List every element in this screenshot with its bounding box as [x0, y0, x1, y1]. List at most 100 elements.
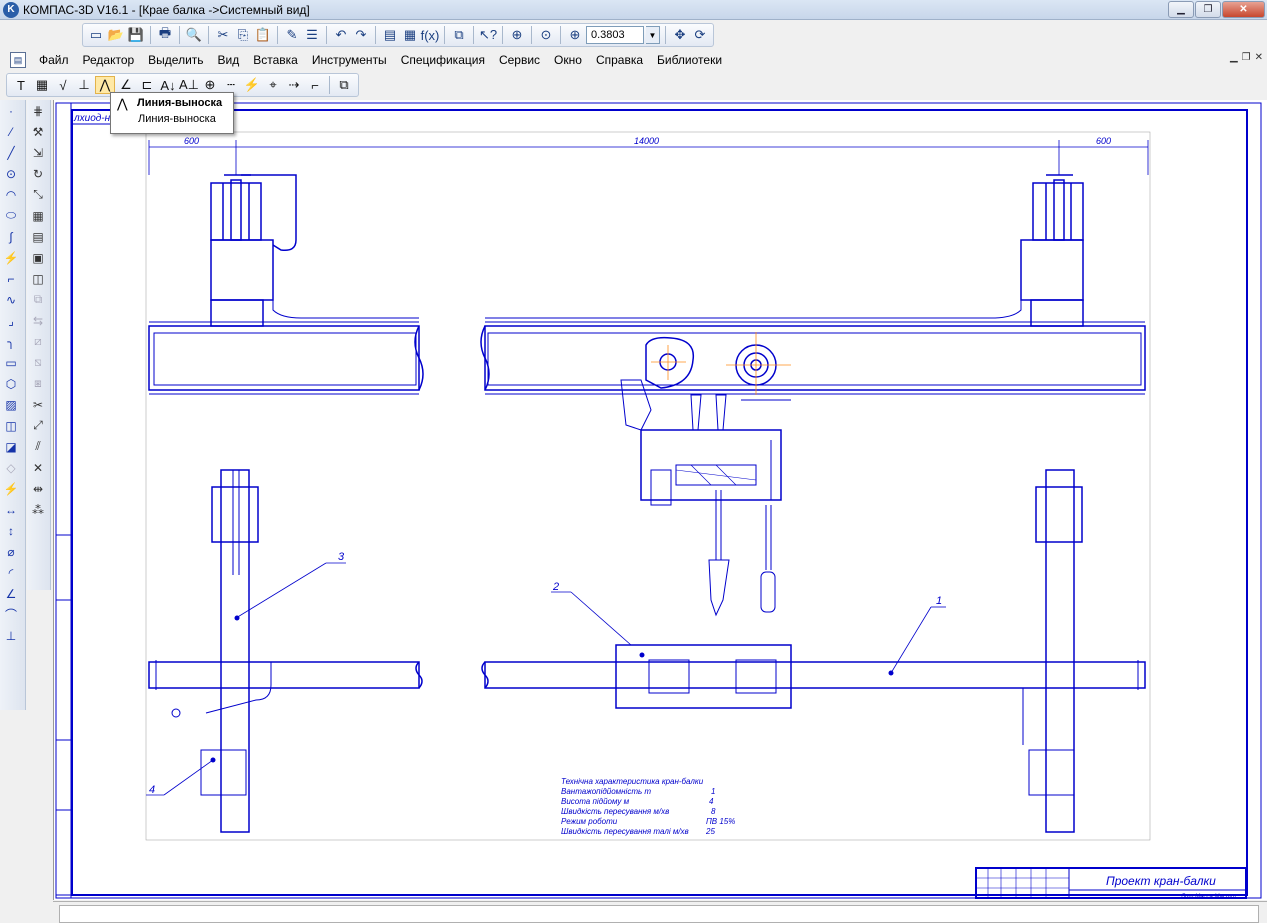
dimension-angle-icon[interactable]: ∠ — [0, 583, 22, 604]
fillet-icon[interactable]: ╮ — [0, 331, 22, 352]
extra-tool-icon[interactable]: ⧉ — [334, 76, 354, 94]
library-icon[interactable]: ▦ — [401, 26, 419, 44]
print-icon[interactable]: 🖶 — [156, 25, 174, 44]
menu-file[interactable]: Файл — [32, 53, 76, 67]
pan-icon[interactable]: ✥ — [671, 26, 689, 44]
zoom-all-icon[interactable]: ⊙ — [537, 26, 555, 44]
layer-icon[interactable]: ▣ — [27, 247, 49, 268]
menu-help[interactable]: Справка — [589, 53, 650, 67]
base-icon[interactable]: ⊥ — [74, 76, 94, 94]
measure-icon[interactable]: ⧉ — [450, 26, 468, 44]
menu-specification[interactable]: Спецификация — [394, 53, 492, 67]
arrow-icon[interactable]: ⇢ — [284, 76, 304, 94]
table-icon[interactable]: ▦ — [32, 76, 52, 94]
zoom-in-icon[interactable]: ⊕ — [566, 26, 584, 44]
polygon-icon[interactable]: ⬡ — [0, 373, 22, 394]
roughness-icon[interactable]: √ — [53, 76, 73, 94]
delete-icon[interactable]: ✕ — [27, 457, 49, 478]
text-icon[interactable]: T — [11, 76, 31, 94]
trim-icon[interactable]: ✂ — [27, 394, 49, 415]
menu-tools[interactable]: Инструменты — [305, 53, 394, 67]
view-icon[interactable]: ◫ — [27, 268, 49, 289]
fill-icon[interactable]: ◪ — [0, 436, 22, 457]
dimension-radius-icon[interactable]: ◜ — [0, 562, 22, 583]
chamfer-icon[interactable]: ⌟ — [0, 310, 22, 331]
point-icon[interactable]: · — [0, 100, 22, 121]
open-folder-icon[interactable]: 📂 — [107, 26, 125, 44]
wave-icon[interactable]: ⚡ — [242, 76, 262, 94]
menu-view[interactable]: Вид — [211, 53, 247, 67]
toolbar-separator — [531, 26, 532, 44]
fragment-icon[interactable]: ▦ — [27, 205, 49, 226]
contour-icon[interactable]: ◫ — [0, 415, 22, 436]
command-line-input[interactable] — [59, 905, 1259, 923]
mirror-icon[interactable]: ⇆ — [27, 310, 49, 331]
arc-icon[interactable]: ◠ — [0, 184, 22, 205]
dimension-linear-icon[interactable]: ⚡ — [0, 478, 22, 499]
mdi-close-icon[interactable]: ✕ — [1255, 52, 1263, 63]
cluster-icon[interactable]: ⁂ — [27, 499, 49, 520]
extend-icon[interactable]: ⤢ — [27, 415, 49, 436]
help-pointer-icon[interactable]: ↖? — [479, 26, 497, 44]
spline-icon[interactable]: ∫ — [0, 226, 22, 247]
undo-icon[interactable]: ↶ — [332, 26, 350, 44]
shift-icon[interactable]: ⇲ — [27, 142, 49, 163]
ellipse-icon[interactable]: ⬭ — [0, 205, 22, 226]
close-button[interactable]: ✕ — [1222, 1, 1265, 18]
refresh-icon[interactable]: ⟳ — [691, 26, 709, 44]
dimension-vertical-icon[interactable]: ↕ — [0, 520, 22, 541]
new-document-icon[interactable]: ▭ — [87, 26, 105, 44]
zoom-dropdown-icon[interactable]: ▼ — [646, 26, 660, 44]
split-icon[interactable]: ⫽ — [27, 436, 49, 457]
paste-icon[interactable]: 📋 — [254, 26, 272, 44]
document-menu-icon[interactable]: ▤ — [10, 52, 26, 68]
manager-icon[interactable]: ▤ — [381, 26, 399, 44]
redo-icon[interactable]: ↷ — [352, 26, 370, 44]
menu-service[interactable]: Сервис — [492, 53, 547, 67]
zoom-scale-input[interactable]: 0.3803 — [586, 26, 644, 44]
dimension-height-icon[interactable]: ⊥ — [0, 625, 22, 646]
restore-button[interactable]: ❐ — [1195, 1, 1221, 18]
polyline-icon[interactable]: ⌐ — [0, 268, 22, 289]
join-icon[interactable]: ⧆ — [27, 373, 49, 394]
variables-icon[interactable]: f(x) — [421, 26, 440, 44]
nurbs-icon[interactable]: ∿ — [0, 289, 22, 310]
copy-icon[interactable]: ⎘ — [234, 26, 252, 44]
cut-icon[interactable]: ✂ — [214, 26, 232, 44]
drawing-canvas[interactable]: лхиод-н 600 14000 600 1 2 3 4 Технічна х… — [53, 100, 1267, 900]
segment-icon[interactable]: ╱ — [0, 142, 22, 163]
dimension-arc-icon[interactable]: ⌒ — [0, 604, 22, 625]
save-icon[interactable]: 💾 — [127, 26, 145, 44]
hatch-icon[interactable]: ▨ — [0, 394, 22, 415]
preview-icon[interactable]: 🔍 — [185, 26, 203, 44]
menu-window[interactable]: Окно — [547, 53, 589, 67]
center-icon[interactable]: ⌖ — [263, 76, 283, 94]
bezier-icon[interactable]: ⚡ — [0, 247, 22, 268]
circle-icon[interactable]: ⊙ — [0, 163, 22, 184]
deform-icon[interactable]: ⧄ — [27, 331, 49, 352]
dimension-horizontal-icon[interactable]: ↔ — [0, 499, 22, 520]
break-icon[interactable]: ⧅ — [27, 352, 49, 373]
mdi-minimize-icon[interactable]: ▁ — [1230, 52, 1238, 63]
grid-icon[interactable]: ⋕ — [27, 100, 49, 121]
minimize-button[interactable]: ▁ — [1168, 1, 1194, 18]
document-icon[interactable]: ▤ — [27, 226, 49, 247]
zoom-window-icon[interactable]: ⊕ — [508, 26, 526, 44]
copy-object-icon[interactable]: ⧉ — [27, 289, 49, 310]
menu-libraries[interactable]: Библиотеки — [650, 53, 729, 67]
mdi-restore-icon[interactable]: ❐ — [1242, 52, 1251, 63]
dimension-diameter-icon[interactable]: ⌀ — [0, 541, 22, 562]
menu-select[interactable]: Выделить — [141, 53, 210, 67]
scale-icon[interactable]: ⤡ — [27, 184, 49, 205]
hammer-icon[interactable]: ⚒ — [27, 121, 49, 142]
mark-icon[interactable]: ⌐ — [305, 76, 325, 94]
rotate-icon[interactable]: ↻ — [27, 163, 49, 184]
format-painter-icon[interactable]: ✎ — [283, 26, 301, 44]
auxiliary-line-icon[interactable]: ⁄ — [0, 121, 22, 142]
menu-insert[interactable]: Вставка — [246, 53, 305, 67]
menu-editor[interactable]: Редактор — [76, 53, 142, 67]
properties-icon[interactable]: ☰ — [303, 26, 321, 44]
equidistant-icon[interactable]: ◇ — [0, 457, 22, 478]
align-icon[interactable]: ⇹ — [27, 478, 49, 499]
rectangle-icon[interactable]: ▭ — [0, 352, 22, 373]
